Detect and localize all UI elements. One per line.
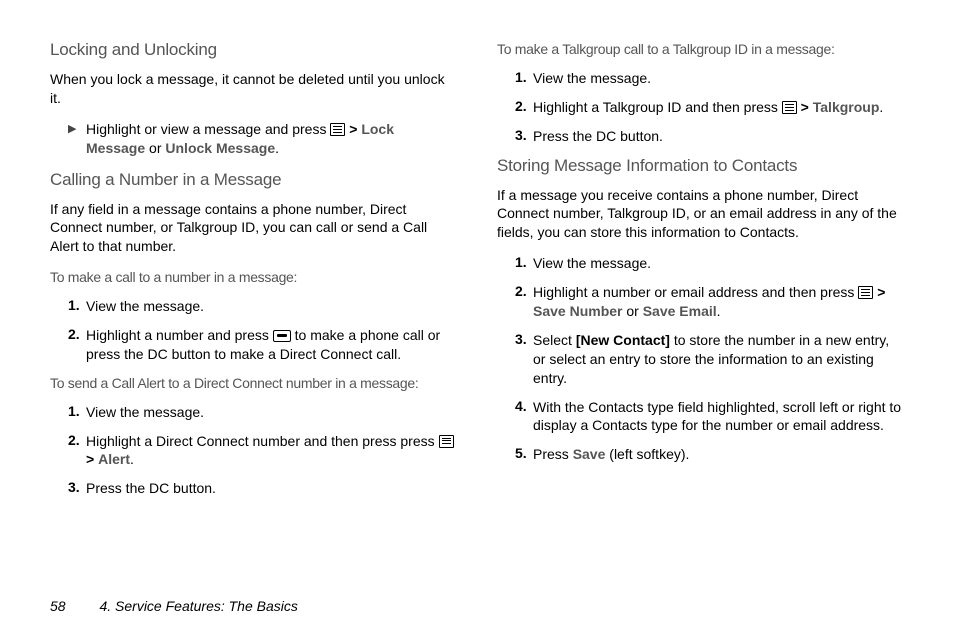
right-column: To make a Talkgroup call to a Talkgroup … xyxy=(497,40,904,508)
menu-key-icon xyxy=(858,286,873,299)
ordered-list: 1.View the message. 2.Highlight a number… xyxy=(50,297,457,364)
body-text: When you lock a message, it cannot be de… xyxy=(50,70,457,108)
list-item: 2.Highlight a Direct Connect number and … xyxy=(68,432,457,470)
instruction-bullet: ▶ Highlight or view a message and press … xyxy=(50,120,457,158)
heading-storing: Storing Message Information to Contacts xyxy=(497,156,904,176)
heading-calling: Calling a Number in a Message xyxy=(50,170,457,190)
list-item: 1.View the message. xyxy=(515,69,904,88)
list-item: 3.Press the DC button. xyxy=(515,127,904,146)
body-text: If any field in a message contains a pho… xyxy=(50,200,457,257)
subheading: To make a call to a number in a message: xyxy=(50,268,457,287)
menu-key-icon xyxy=(330,123,345,136)
menu-key-icon xyxy=(782,101,797,114)
subheading: To send a Call Alert to a Direct Connect… xyxy=(50,374,457,393)
subheading: To make a Talkgroup call to a Talkgroup … xyxy=(497,40,904,59)
list-item: 2.Highlight a number or email address an… xyxy=(515,283,904,321)
body-text: If a message you receive contains a phon… xyxy=(497,186,904,243)
ordered-list: 1.View the message. 2.Highlight a Talkgr… xyxy=(497,69,904,146)
list-item: 5.Press Save (left softkey). xyxy=(515,445,904,464)
triangle-bullet-icon: ▶ xyxy=(68,120,86,158)
list-item: 3.Press the DC button. xyxy=(68,479,457,498)
chapter-title: 4. Service Features: The Basics xyxy=(99,598,297,614)
list-item: 3.Select [New Contact] to store the numb… xyxy=(515,331,904,388)
ordered-list: 1.View the message. 2.Highlight a number… xyxy=(497,254,904,464)
page-footer: 58 4. Service Features: The Basics xyxy=(50,598,298,614)
list-item: 1.View the message. xyxy=(68,297,457,316)
heading-locking: Locking and Unlocking xyxy=(50,40,457,60)
list-item: 4.With the Contacts type field highlight… xyxy=(515,398,904,436)
list-item: 1.View the message. xyxy=(515,254,904,273)
list-item: 2.Highlight a Talkgroup ID and then pres… xyxy=(515,98,904,117)
list-item: 2.Highlight a number and press to make a… xyxy=(68,326,457,364)
bullet-text: Highlight or view a message and press > … xyxy=(86,120,457,158)
list-item: 1.View the message. xyxy=(68,403,457,422)
left-column: Locking and Unlocking When you lock a me… xyxy=(50,40,457,508)
call-key-icon xyxy=(273,330,291,342)
menu-key-icon xyxy=(439,435,454,448)
page-number: 58 xyxy=(50,598,66,614)
ordered-list: 1.View the message. 2.Highlight a Direct… xyxy=(50,403,457,499)
